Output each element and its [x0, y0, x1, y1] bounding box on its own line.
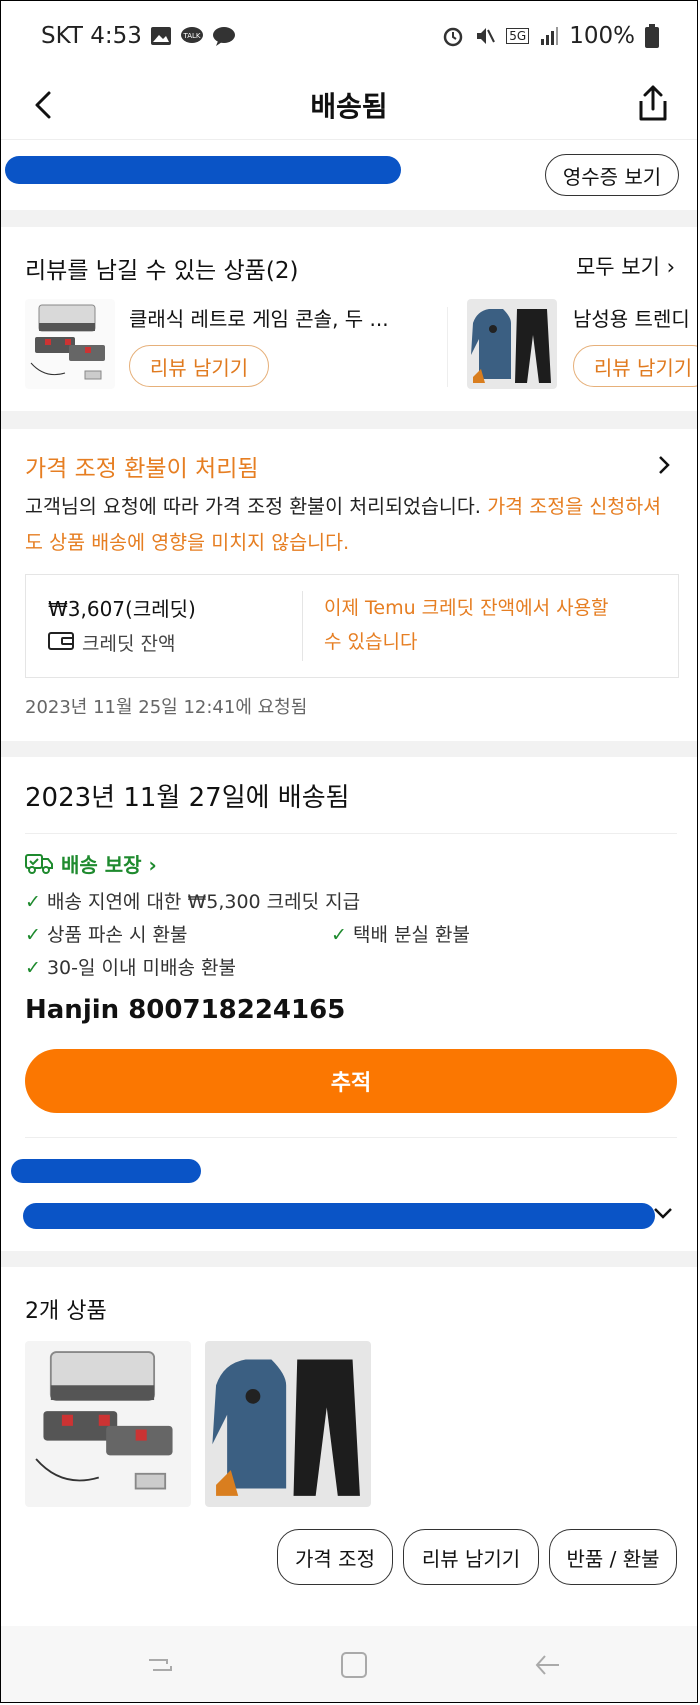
refund-description: 고객님의 요청에 따라 가격 조정 환불이 처리되었습니다. 가격 조정을 신청… — [25, 489, 675, 561]
recent-apps-icon[interactable] — [145, 1650, 175, 1680]
order-items-section: 2개 상품 가격 조정 리뷰 남기기 반품 / 환불 — [1, 1267, 697, 1622]
review-section: 리뷰를 남길 수 있는 상품(2) 모두 보기 › 클래식 레트로 게임 콘솔,… — [1, 227, 697, 411]
divider-line — [25, 1137, 677, 1138]
truck-icon — [25, 854, 53, 874]
credit-usage-line: 이제 Temu 크레딧 잔액에서 사용할 — [324, 597, 609, 619]
guarantee-item: ✓ 30-일 이내 미배송 환불 — [25, 953, 236, 980]
delivery-guarantee-link[interactable]: 배송 보장 › — [61, 849, 157, 878]
refund-desc-note-start: 가격 조정 — [481, 495, 566, 518]
tracksuit-icon — [212, 1359, 360, 1496]
tracksuit-image[interactable] — [205, 1341, 371, 1507]
network-badge: 5G — [506, 28, 530, 44]
game-console-icon — [35, 1351, 173, 1490]
battery-percent: 100% — [569, 23, 635, 49]
see-all-link[interactable]: 모두 보기 › — [576, 251, 675, 281]
guarantee-item: ✓ 상품 파손 시 환불 — [25, 920, 187, 947]
wallet-icon — [48, 632, 74, 650]
page-title: 배송됨 — [310, 90, 388, 123]
talk-icon: TALK — [180, 27, 203, 43]
credit-info-box: ₩3,607(크레딧) 크레딧 잔액 이제 Temu 크레딧 잔액에서 사용할 … — [25, 574, 679, 678]
credit-usage-line: 수 있습니다 — [324, 631, 418, 653]
divider-line — [25, 833, 677, 834]
status-bar: SKT 4:53 TALK 5G 100% — [1, 1, 697, 71]
refund-desc-main: 고객님의 요청에 따라 가격 조정 환불이 처리되었습니다. — [25, 495, 482, 518]
section-divider — [1, 411, 697, 429]
gallery-icon — [150, 27, 171, 45]
guarantee-text: 택배 분실 환불 — [352, 924, 470, 946]
return-refund-button[interactable]: 반품 / 환불 — [549, 1529, 677, 1585]
price-adjust-button[interactable]: 가격 조정 — [277, 1529, 393, 1585]
credit-amount: ₩3,607(크레딧) — [48, 597, 196, 621]
check-icon: ✓ — [25, 957, 47, 979]
game-console-icon — [30, 304, 105, 380]
price-adjust-refund-section: 가격 조정 환불이 처리됨 고객님의 요청에 따라 가격 조정 환불이 처리되었… — [1, 429, 697, 741]
svg-text:TALK: TALK — [182, 32, 200, 40]
vertical-divider — [447, 307, 448, 387]
tracksuit-icon — [471, 309, 551, 383]
credit-usage-note: 이제 Temu 크레딧 잔액에서 사용할 수 있습니다 — [324, 591, 609, 659]
items-count-title: 2개 상품 — [25, 1299, 107, 1324]
credit-balance-label: 크레딧 잔액 — [82, 633, 176, 655]
tracking-number: Hanjin 800718224165 — [25, 995, 346, 1025]
order-number-row: 영수증 보기 — [1, 140, 697, 210]
home-icon[interactable] — [339, 1650, 369, 1680]
mute-icon — [477, 28, 496, 44]
battery-icon — [645, 24, 659, 48]
guarantee-item: ✓ 택배 분실 환불 — [331, 920, 470, 947]
retro-console-thumbnail[interactable] — [25, 299, 115, 389]
review-item-name[interactable]: 클래식 레트로 게임 콘솔, 두 ... — [129, 303, 429, 332]
refund-title: 가격 조정 환불이 처리됨 — [25, 456, 259, 482]
share-icon[interactable] — [633, 83, 673, 123]
credit-divider — [302, 591, 303, 661]
app-screen: SKT 4:53 TALK 5G 100% 배송됨 영수증 보기 리뷰를 남길 … — [0, 0, 698, 1703]
retro-console-image[interactable] — [25, 1341, 191, 1507]
requested-timestamp: 2023년 11월 25일 12:41에 요청됨 — [25, 697, 308, 718]
delivery-section: 2023년 11월 27일에 배송됨 배송 보장 › ✓ 배송 지연에 대한 ₩… — [1, 757, 697, 1251]
check-icon: ✓ — [331, 924, 353, 946]
review-button[interactable]: 리뷰 남기기 — [573, 345, 697, 387]
header-bar: 배송됨 — [1, 71, 697, 140]
guarantee-text: 상품 파손 시 환불 — [46, 924, 188, 946]
alarm-icon — [444, 27, 463, 47]
redacted-address — [23, 1203, 655, 1229]
back-nav-icon[interactable] — [533, 1650, 563, 1680]
leave-review-button[interactable]: 리뷰 남기기 — [403, 1529, 539, 1585]
chevron-right-icon[interactable] — [655, 453, 673, 477]
review-section-title: 리뷰를 남길 수 있는 상품(2) — [25, 258, 299, 284]
track-button[interactable]: 추적 — [25, 1049, 677, 1113]
review-button[interactable]: 리뷰 남기기 — [129, 345, 269, 387]
section-divider — [1, 741, 697, 757]
guarantee-text: 30-일 이내 미배송 환불 — [46, 957, 236, 979]
section-divider — [1, 1251, 697, 1267]
receipt-button[interactable]: 영수증 보기 — [545, 154, 679, 196]
tracksuit-thumbnail[interactable] — [467, 299, 557, 389]
review-item-name[interactable]: 남성용 트렌디 — [573, 303, 697, 332]
redacted-order-number — [5, 156, 401, 184]
system-nav-bar — [1, 1626, 697, 1702]
carrier-time: SKT 4:53 — [41, 23, 142, 49]
section-divider — [1, 210, 697, 227]
check-icon: ✓ — [25, 924, 47, 946]
guarantee-text: 배송 지연에 대한 ₩5,300 크레딧 지급 — [46, 891, 361, 913]
redacted-recipient — [11, 1159, 201, 1183]
chat-icon — [212, 27, 235, 46]
signal-icon — [541, 27, 559, 45]
delivery-date-title: 2023년 11월 27일에 배송됨 — [25, 783, 350, 813]
guarantee-item: ✓ 배송 지연에 대한 ₩5,300 크레딧 지급 — [25, 887, 360, 914]
check-icon: ✓ — [25, 891, 47, 913]
chevron-down-icon[interactable] — [651, 1205, 675, 1221]
